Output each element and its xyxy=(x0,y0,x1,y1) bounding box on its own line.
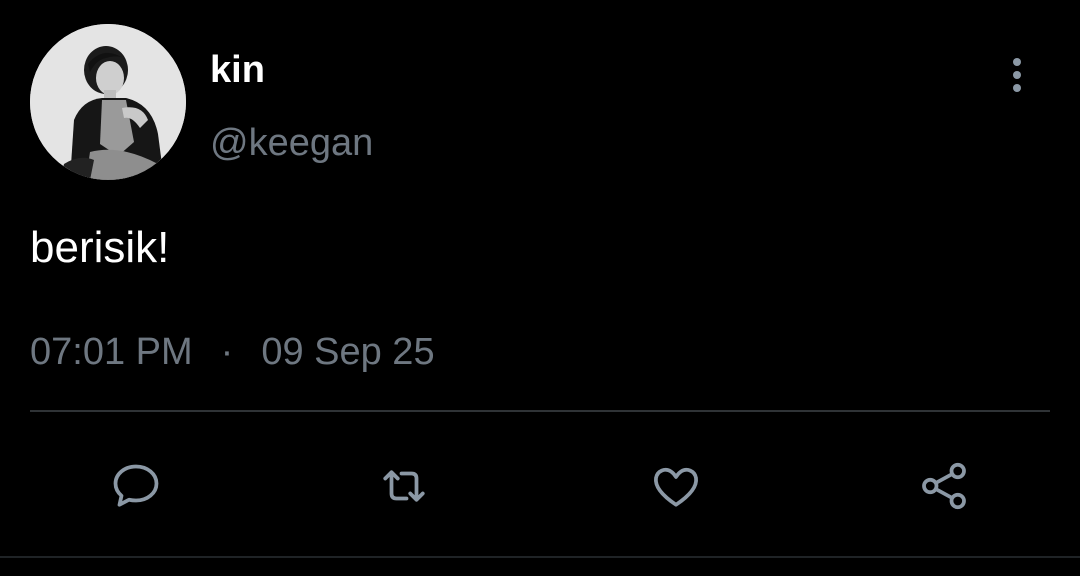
user-handle[interactable]: @keegan xyxy=(210,121,373,165)
action-bar xyxy=(0,454,1080,518)
avatar[interactable] xyxy=(30,24,186,180)
tweet-card: kin @keegan berisik! 07:01 PM · 09 Sep 25 xyxy=(0,0,1080,576)
reply-button[interactable] xyxy=(104,454,168,518)
avatar-photo xyxy=(30,24,186,180)
like-button[interactable] xyxy=(644,454,708,518)
divider xyxy=(30,410,1050,412)
reply-icon xyxy=(113,464,159,507)
tweet-time: 07:01 PM xyxy=(30,331,193,373)
share-icon xyxy=(922,462,966,510)
retweet-icon xyxy=(383,470,425,502)
bottom-divider xyxy=(0,556,1080,558)
more-vertical-icon-dot xyxy=(1013,71,1021,79)
display-name[interactable]: kin xyxy=(210,48,265,92)
heart-icon xyxy=(653,467,699,507)
more-vertical-icon xyxy=(1013,58,1021,66)
tweet-meta: 07:01 PM · 09 Sep 25 xyxy=(30,330,435,374)
meta-separator: · xyxy=(220,331,234,373)
retweet-button[interactable] xyxy=(372,454,436,518)
more-options-button[interactable] xyxy=(996,52,1038,98)
tweet-date: 09 Sep 25 xyxy=(261,331,435,373)
more-vertical-icon-dot xyxy=(1013,84,1021,92)
tweet-text: berisik! xyxy=(30,223,170,272)
share-button[interactable] xyxy=(912,454,976,518)
